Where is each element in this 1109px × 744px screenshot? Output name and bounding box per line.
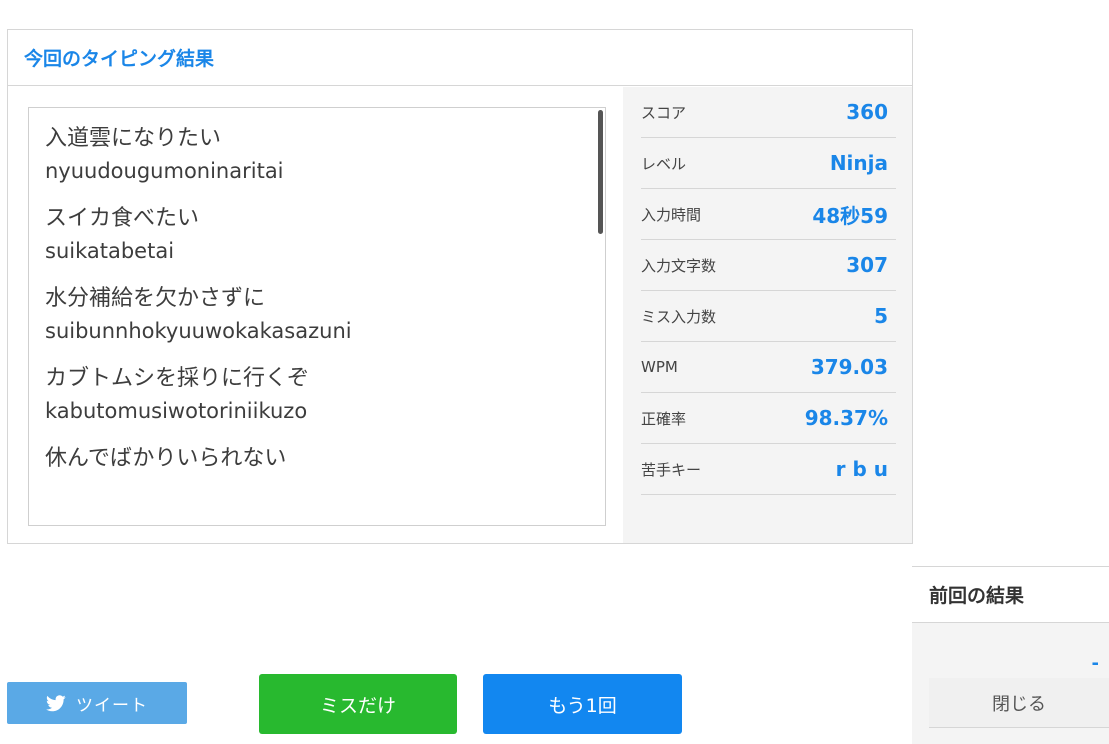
stat-row-char-count: 入力文字数 307: [641, 240, 896, 291]
previous-result-header: 前回の結果: [912, 567, 1109, 623]
stat-label: WPM: [641, 358, 678, 376]
stats-panel: スコア 360 レベル Ninja 入力時間 48秒59 入力文字数 307 ミ…: [623, 87, 912, 543]
word-romaji: suibunnhokyuuwokakasazuni: [45, 319, 352, 343]
word-japanese: 休んでばかりいられない: [45, 446, 287, 471]
scrollbar-thumb[interactable]: [598, 110, 603, 234]
word-japanese: スイカ食べたい: [45, 206, 200, 231]
stat-label: 入力時間: [641, 205, 702, 224]
stat-value: 48秒59: [812, 203, 888, 228]
stat-row-accuracy: 正確率 98.37%: [641, 393, 896, 444]
stat-row-wpm: WPM 379.03: [641, 342, 896, 393]
stat-value: r b u: [835, 457, 888, 481]
stat-value: 360: [846, 100, 888, 124]
word-japanese: カブトムシを採りに行くぞ: [45, 366, 310, 391]
previous-result-panel: 前回の結果 - 閉じる: [912, 566, 1109, 744]
result-panel: 今回のタイピング結果 入道雲になりたい nyuudougumoninaritai…: [7, 29, 913, 544]
list-item: 水分補給を欠かさずに suibunnhokyuuwokakasazuni: [45, 282, 605, 346]
previous-result-title: 前回の結果: [929, 585, 1025, 607]
retry-button[interactable]: もう1回: [483, 674, 682, 734]
tweet-button[interactable]: ツイート: [7, 682, 187, 724]
stat-label: スコア: [641, 103, 687, 122]
stat-label: 正確率: [641, 409, 687, 428]
stat-label: 苦手キー: [641, 460, 702, 479]
miss-only-button[interactable]: ミスだけ: [259, 674, 457, 734]
list-item: スイカ食べたい suikatabetai: [45, 202, 605, 266]
stat-label: レベル: [641, 154, 687, 173]
list-item: 休んでばかりいられない: [45, 442, 605, 476]
result-panel-header: 今回のタイピング結果: [8, 30, 912, 86]
stat-row-input-time: 入力時間 48秒59: [641, 189, 896, 240]
close-button[interactable]: 閉じる: [929, 678, 1109, 728]
stat-value: 98.37%: [804, 406, 888, 430]
word-romaji: kabutomusiwotoriniikuzo: [45, 399, 308, 423]
stat-value: Ninja: [829, 151, 888, 175]
stat-label: ミス入力数: [641, 307, 717, 326]
stat-value: 379.03: [810, 355, 888, 379]
previous-result-value: -: [1091, 653, 1099, 674]
stat-row-level: レベル Ninja: [641, 138, 896, 189]
twitter-bird-icon: [46, 694, 66, 711]
list-item: カブトムシを採りに行くぞ kabutomusiwotoriniikuzo: [45, 362, 605, 426]
typed-words-list[interactable]: 入道雲になりたい nyuudougumoninaritai スイカ食べたい su…: [28, 107, 606, 526]
word-romaji: nyuudougumoninaritai: [45, 159, 284, 183]
previous-result-body: - 閉じる: [912, 623, 1109, 744]
stat-value: 307: [846, 253, 888, 277]
stat-row-miss-count: ミス入力数 5: [641, 291, 896, 342]
stat-value: 5: [874, 304, 888, 328]
stats-list: スコア 360 レベル Ninja 入力時間 48秒59 入力文字数 307 ミ…: [641, 87, 896, 495]
stat-row-score: スコア 360: [641, 87, 896, 138]
list-item: 入道雲になりたい nyuudougumoninaritai: [45, 122, 605, 186]
word-japanese: 水分補給を欠かさずに: [45, 286, 266, 311]
stat-row-weak-keys: 苦手キー r b u: [641, 444, 896, 495]
stat-label: 入力文字数: [641, 256, 717, 275]
words-container: 入道雲になりたい nyuudougumoninaritai スイカ食べたい su…: [29, 108, 605, 476]
word-japanese: 入道雲になりたい: [45, 126, 222, 151]
result-title: 今回のタイピング結果: [24, 48, 215, 70]
tweet-label: ツイート: [76, 695, 148, 716]
word-romaji: suikatabetai: [45, 239, 175, 263]
